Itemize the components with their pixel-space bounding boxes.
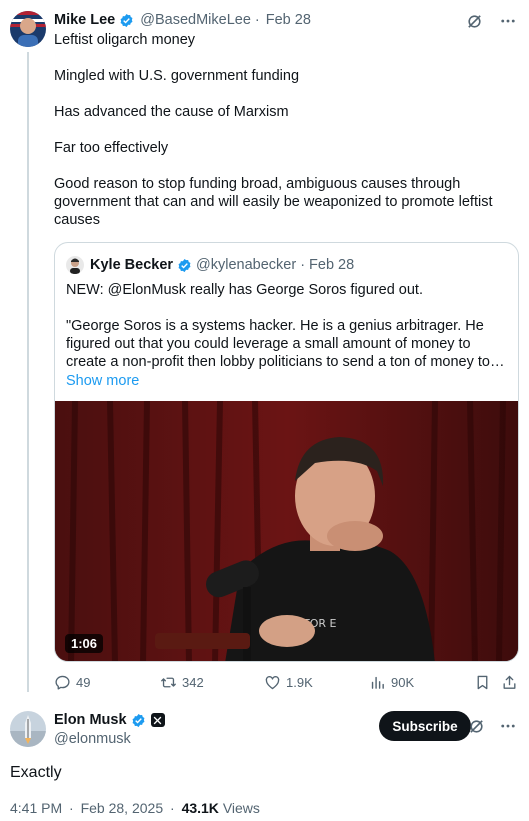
share-icon [503,675,516,689]
reply-views-label: Views [222,800,260,816]
quoted-tweet-text: NEW: @ElonMusk really has George Soros f… [66,281,511,390]
show-more-link[interactable]: Show more [66,372,511,390]
thread-line [27,52,29,692]
reply-author-name[interactable]: Elon Musk [54,712,127,728]
verified-badge-icon [120,13,133,27]
repost-icon [161,677,176,688]
tweet-paragraph: Mingled with U.S. government funding [54,68,300,84]
reply-meta: 4:41 PM · Feb 28, 2025 · 43.1K Views [10,800,260,816]
reply-time[interactable]: 4:41 PM [10,800,62,816]
bookmark-icon [477,675,488,690]
author-handle[interactable]: @BasedMikeLee [140,12,251,28]
views-button[interactable]: 90K [369,674,414,691]
tweet-date[interactable]: Feb 28 [266,12,311,28]
video-duration: 1:06 [65,634,104,653]
quoted-tweet-header: Kyle Becker @kylenabecker · Feb 28 [66,256,354,274]
tweet-paragraph: Leftist oligarch money [54,32,196,48]
video-player[interactable]: TOR E 1:06 [55,401,518,661]
reply-author: Elon Musk [54,712,165,728]
grok-icon[interactable] [465,12,483,30]
tweet-top-actions [465,12,517,30]
verified-badge-icon [132,713,144,727]
avatar-mike-lee[interactable] [10,11,46,47]
tweet-header: Mike Lee @BasedMikeLee · Feb 28 [54,12,311,28]
share-button[interactable] [501,674,518,691]
separator: · [170,800,175,816]
verified-badge-icon [178,258,191,272]
reply-author-handle[interactable]: @elonmusk [54,731,131,747]
quoted-author-handle[interactable]: @kylenabecker [196,257,296,273]
reply-views-count: 43.1K [181,800,219,816]
more-icon[interactable] [499,717,517,735]
repost-button[interactable]: 342 [160,674,204,691]
reply-count: 49 [76,675,91,690]
reply-button[interactable]: 49 [54,674,90,691]
quoted-author-name[interactable]: Kyle Becker [90,257,173,273]
reply-top-actions [467,717,517,735]
quoted-tweet-date[interactable]: Feb 28 [309,257,354,273]
views-count: 90K [391,675,415,690]
avatar-kyle-becker[interactable] [66,256,84,274]
tweet-text: Leftist oligarch money Mingled with U.S.… [54,31,509,229]
tweet-paragraph: Good reason to stop funding broad, ambig… [54,176,493,228]
avatar-elon-musk[interactable] [10,711,46,747]
reply-text: Exactly [10,764,62,781]
author-name[interactable]: Mike Lee [54,12,115,28]
quoted-tweet-body: "George Soros is a systems hacker. He is… [66,318,490,370]
tweet-actions: 49 342 1.9K 90K [54,674,519,694]
like-button[interactable]: 1.9K [264,674,313,691]
reply-icon [55,675,70,690]
separator: · [254,12,260,28]
repost-count: 342 [182,675,204,690]
more-icon[interactable] [499,12,517,30]
separator: · [300,257,306,273]
quoted-tweet[interactable]: Kyle Becker @kylenabecker · Feb 28 NEW: … [54,242,519,662]
views-icon [371,676,384,689]
tweet-paragraph: Far too effectively [54,140,169,156]
bookmark-button[interactable] [474,674,491,691]
separator: · [69,800,74,816]
grok-icon[interactable] [467,717,485,735]
reply-date[interactable]: Feb 28, 2025 [81,800,164,816]
video-thumbnail: TOR E [55,401,518,661]
quoted-tweet-lead: NEW: @ElonMusk really has George Soros f… [66,282,423,298]
like-icon [265,675,280,690]
subscribe-button[interactable]: Subscribe [379,711,471,741]
like-count: 1.9K [286,675,313,690]
tweet-paragraph: Has advanced the cause of Marxism [54,104,289,120]
affiliate-x-icon[interactable] [150,713,165,727]
